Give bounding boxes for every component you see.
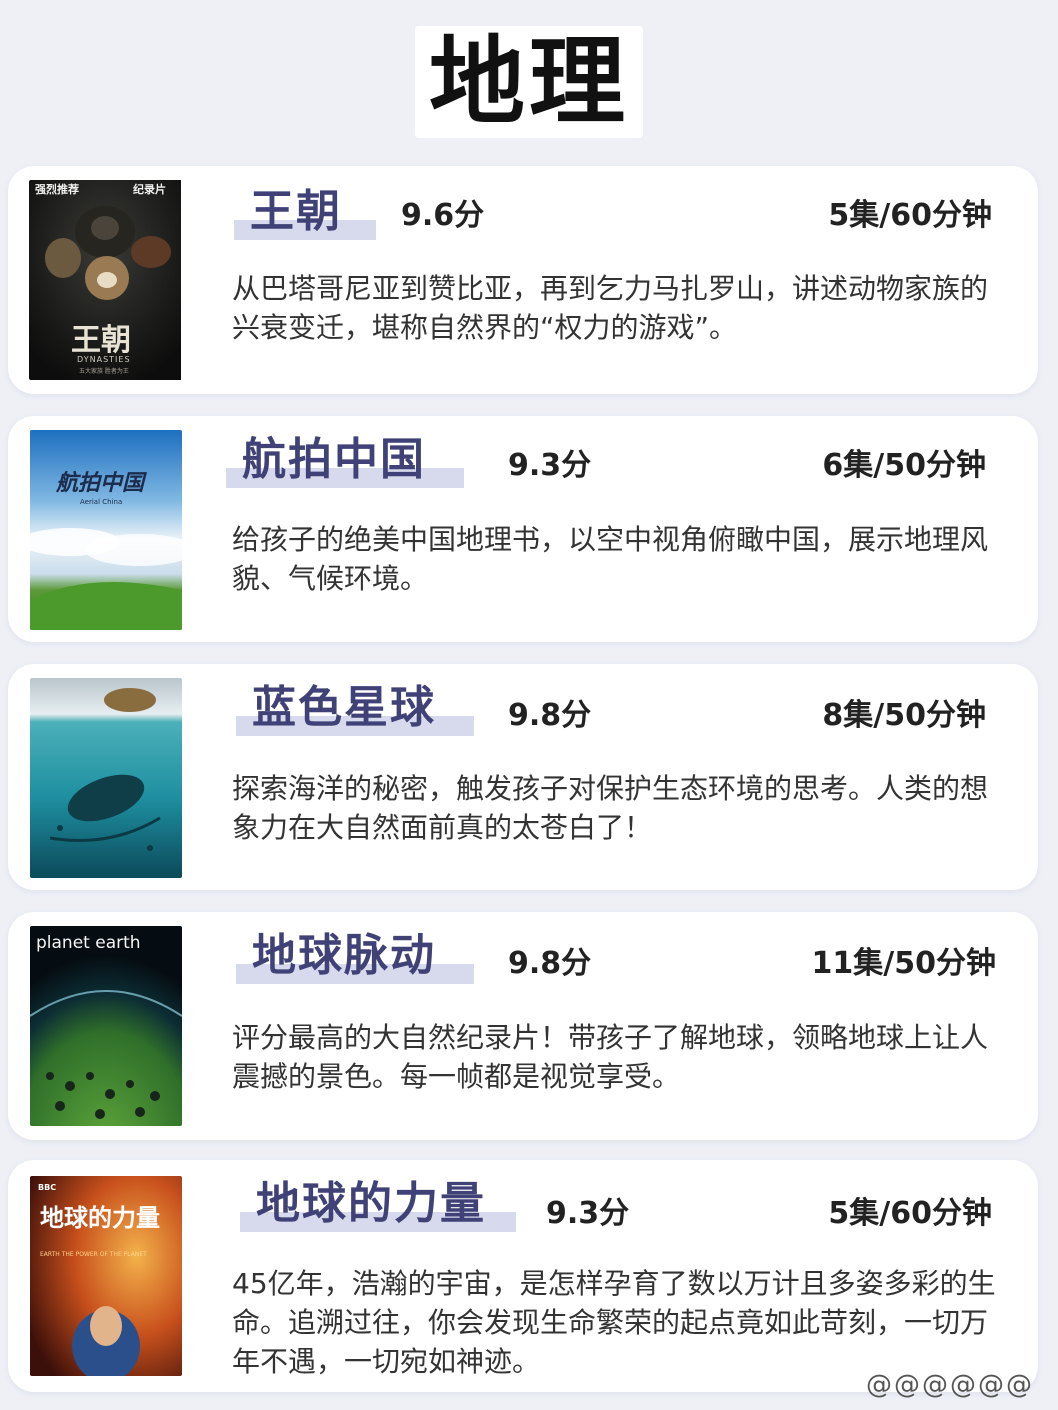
- poster-planet-earth: planet earth: [30, 926, 182, 1126]
- poster-bottom-text: 五大家族 胜者为王: [79, 367, 129, 375]
- documentary-card[interactable]: 强烈推荐 纪录片 王朝 DYNASTIES 五大家族 胜者为王 王朝 9.6分 …: [8, 166, 1038, 394]
- poster-title: 地球的力量: [40, 1204, 160, 1232]
- poster-image: planet earth: [30, 926, 182, 1126]
- rating-score: 9.6分: [401, 198, 485, 233]
- documentary-description: 45亿年，浩瀚的宇宙，是怎样孕育了数以万计且多姿多彩的生命。追溯过往，你会发现生…: [232, 1267, 996, 1378]
- episode-info: 11集/50分钟: [811, 946, 996, 981]
- documentary-description: 给孩子的绝美中国地理书，以空中视角俯瞰中国，展示地理风貌、气候环境。: [232, 523, 989, 595]
- poster-top-text-right: 纪录片: [133, 182, 166, 196]
- title-highlight: 地球的力量: [240, 1176, 516, 1236]
- poster-image: 强烈推荐 纪录片 王朝 DYNASTIES 五大家族 胜者为王: [29, 180, 182, 380]
- rating-score: 9.3分: [546, 1196, 630, 1231]
- documentary-name: 蓝色星球: [252, 682, 436, 733]
- title-highlight: 航拍中国: [226, 432, 464, 492]
- poster-blue-planet: [30, 678, 182, 878]
- documentary-description: 评分最高的大自然纪录片！带孩子了解地球，领略地球上让人震撼的景色。每一帧都是视觉…: [232, 1021, 989, 1093]
- poster-title: 航拍中国: [55, 470, 147, 496]
- documentary-name: 地球脉动: [252, 930, 436, 981]
- documentary-card[interactable]: 蓝色星球 9.8分 8集/50分钟 探索海洋的秘密，触发孩子对保护生态环境的思考…: [8, 664, 1038, 890]
- documentary-card[interactable]: planet earth 地球脉动 9.8分 11集/50分钟 评分最高的大自然…: [8, 912, 1038, 1140]
- rating-score: 9.3分: [508, 448, 592, 483]
- documentary-card[interactable]: BBC 地球的力量 EARTH THE POWER OF THE PLANET …: [8, 1160, 1038, 1392]
- episode-info: 8集/50分钟: [822, 698, 986, 733]
- poster-aerial-china: 航拍中国 Aerial China: [30, 430, 182, 630]
- documentary-name: 王朝: [250, 186, 342, 237]
- poster-earth-power: BBC 地球的力量 EARTH THE POWER OF THE PLANET: [30, 1176, 182, 1376]
- title-highlight: 蓝色星球: [236, 680, 474, 740]
- episode-info: 6集/50分钟: [822, 448, 986, 483]
- watermark: @@@@@@: [866, 1370, 1034, 1400]
- page-title-text: 地理: [415, 26, 643, 138]
- poster-image: 航拍中国 Aerial China: [30, 430, 182, 630]
- documentary-card[interactable]: 航拍中国 Aerial China 航拍中国 9.3分 6集/50分钟 给孩子的…: [8, 416, 1038, 642]
- rating-score: 9.8分: [508, 946, 592, 981]
- rating-score: 9.8分: [508, 698, 592, 733]
- documentary-description: 探索海洋的秘密，触发孩子对保护生态环境的思考。人类的想象力在大自然面前真的太苍白…: [232, 772, 989, 844]
- documentary-description: 从巴塔哥尼亚到赞比亚，再到乞力马扎罗山，讲述动物家族的兴衰变迁，堪称自然界的“权…: [232, 272, 989, 344]
- poster-image: BBC 地球的力量 EARTH THE POWER OF THE PLANET: [30, 1176, 182, 1376]
- poster-title: planet earth: [36, 933, 141, 953]
- title-highlight: 地球脉动: [236, 928, 474, 988]
- documentary-name: 航拍中国: [242, 434, 426, 485]
- poster-brand: BBC: [38, 1183, 56, 1192]
- poster-subtitle: EARTH THE POWER OF THE PLANET: [40, 1251, 147, 1258]
- page-title: 地理: [0, 22, 1058, 142]
- poster-image: [30, 678, 182, 878]
- episode-info: 5集/60分钟: [828, 198, 992, 233]
- poster-title: 王朝: [71, 323, 131, 358]
- poster-subtitle: Aerial China: [80, 498, 122, 506]
- poster-dynasties: 强烈推荐 纪录片 王朝 DYNASTIES 五大家族 胜者为王: [29, 180, 181, 380]
- episode-info: 5集/60分钟: [828, 1196, 992, 1231]
- title-highlight: 王朝: [234, 184, 376, 244]
- poster-subtitle: DYNASTIES: [77, 355, 131, 364]
- documentary-name: 地球的力量: [256, 1178, 486, 1229]
- poster-top-text: 强烈推荐: [35, 182, 79, 196]
